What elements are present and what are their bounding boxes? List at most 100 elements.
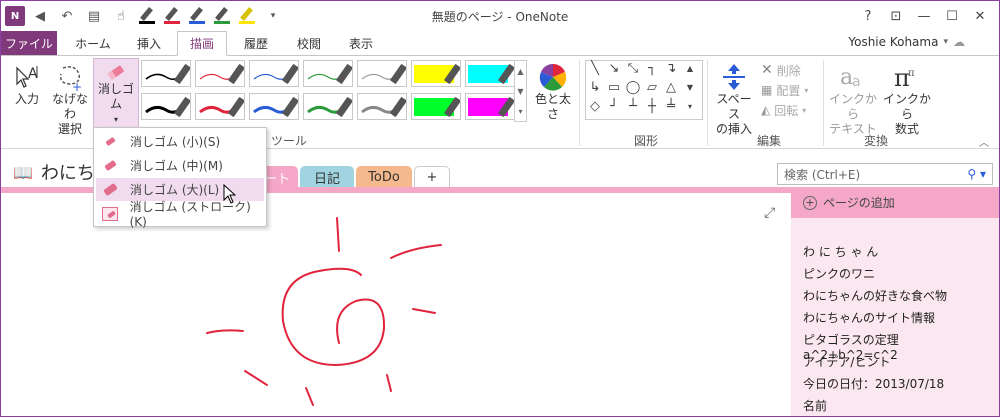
fullscreen-icon[interactable]: ⊡ bbox=[883, 5, 909, 27]
pen-green-thick[interactable] bbox=[303, 93, 353, 120]
rotate-button[interactable]: ◭ 回転 ▾ bbox=[761, 100, 831, 120]
triangle-shape-icon[interactable]: △ bbox=[662, 80, 680, 95]
lasso-icon: + bbox=[59, 66, 82, 92]
tab-home[interactable]: ホーム bbox=[65, 31, 121, 55]
page-list-pane: + ページの追加 わ に ち ゃ ん ピンクのワニ わにちゃんの好きな食べ物 わ… bbox=[791, 187, 999, 416]
ellipse-shape-icon[interactable]: ◯ bbox=[624, 80, 642, 95]
pen-green-thin[interactable] bbox=[303, 60, 353, 87]
highlighter-magenta[interactable] bbox=[465, 93, 515, 120]
pen-red-thick[interactable] bbox=[195, 93, 245, 120]
arrow-shape-icon[interactable]: ↘ bbox=[605, 61, 623, 76]
scroll-down-icon[interactable]: ▼ bbox=[681, 80, 699, 95]
pen-gallery bbox=[141, 60, 515, 122]
pen-black-thick[interactable] bbox=[141, 93, 191, 120]
tab-draw[interactable]: 描画 bbox=[177, 31, 227, 56]
edit-small-commands: ✕ 削除 ▦ 配置 ▾ ◭ 回転 ▾ bbox=[761, 60, 831, 120]
pen-black-thin[interactable] bbox=[141, 60, 191, 87]
eraser-menu: 消しゴム (小)(S) 消しゴム (中)(M) 消しゴム (大)(L) 消しゴム… bbox=[93, 127, 267, 229]
axis3-shape-icon[interactable]: ┼ bbox=[643, 99, 661, 114]
ink-to-text-button[interactable]: aa インクから テキスト bbox=[827, 62, 879, 137]
tab-view[interactable]: 表示 bbox=[337, 31, 385, 55]
pen-gray-thick[interactable] bbox=[357, 93, 407, 120]
pen-blue-thin[interactable] bbox=[249, 60, 299, 87]
scroll-down-icon[interactable]: ▼ bbox=[517, 87, 523, 96]
axis2-shape-icon[interactable]: ┴ bbox=[624, 99, 642, 114]
separator bbox=[579, 60, 580, 146]
elbow-arrow-shape-icon[interactable]: ↳ bbox=[586, 80, 604, 95]
page-item[interactable]: わにちゃんの好きな食べ物 bbox=[803, 287, 947, 304]
add-page-icon: + bbox=[803, 195, 817, 210]
eraser-small-item[interactable]: 消しゴム (小)(S) bbox=[96, 130, 264, 153]
add-page-label: ページの追加 bbox=[823, 196, 895, 210]
tab-history[interactable]: 履歴 bbox=[231, 31, 281, 55]
gallery-more-icon[interactable]: ▾ bbox=[681, 99, 699, 114]
help-icon[interactable]: ? bbox=[855, 5, 881, 27]
user-dropdown-icon[interactable]: ▾ bbox=[943, 37, 948, 47]
tab-insert[interactable]: 挿入 bbox=[125, 31, 173, 55]
section-tab-diary[interactable]: 日記 bbox=[300, 166, 354, 188]
notebook-title[interactable]: 📖 わにち bbox=[13, 159, 95, 185]
parallelogram-shape-icon[interactable]: ▱ bbox=[643, 80, 661, 95]
gallery-more-icon[interactable]: ▾ bbox=[518, 107, 522, 116]
highlighter-cyan[interactable] bbox=[465, 60, 515, 87]
tab-review[interactable]: 校閲 bbox=[285, 31, 333, 55]
page-item[interactable]: アイデア/ヒント bbox=[803, 353, 890, 370]
maximize-icon[interactable]: ☐ bbox=[939, 5, 965, 27]
page-item[interactable]: わにちゃんのサイト情報 bbox=[803, 309, 935, 326]
lasso-select-button[interactable]: + なげなわ 選択 bbox=[49, 62, 91, 137]
delete-icon: ✕ bbox=[761, 62, 773, 78]
page-item[interactable]: 今日の日付：2013/07/18 bbox=[803, 375, 944, 392]
highlighter-green[interactable] bbox=[411, 93, 461, 120]
ink-ray-bottomright bbox=[386, 374, 392, 392]
section-tab-todo[interactable]: ToDo bbox=[356, 166, 412, 188]
search-icon[interactable]: ⚲ ▾ bbox=[967, 167, 986, 181]
corner-arrow-shape-icon[interactable]: ↴ bbox=[662, 61, 680, 76]
window-controls: ? ⊡ — ☐ ✕ bbox=[855, 5, 993, 27]
user-account[interactable]: Yoshie Kohama ▾ ☁ bbox=[848, 35, 965, 49]
notebook-name: わにち bbox=[40, 163, 95, 184]
eraser-large-label: 消しゴム (大)(L) bbox=[130, 183, 220, 197]
scroll-up-icon[interactable]: ▲ bbox=[681, 61, 699, 76]
page-item[interactable]: ピンクのワニ bbox=[803, 265, 875, 282]
rectangle-shape-icon[interactable]: ▭ bbox=[605, 80, 623, 95]
line-shape-icon[interactable]: ╲ bbox=[586, 61, 604, 76]
axis-shape-icon[interactable]: ┘ bbox=[605, 99, 623, 114]
corner-shape-icon[interactable]: ┐ bbox=[643, 61, 661, 76]
close-icon[interactable]: ✕ bbox=[967, 5, 993, 27]
diamond-shape-icon[interactable]: ◇ bbox=[586, 99, 604, 114]
pen-gray-thin[interactable] bbox=[357, 60, 407, 87]
user-name: Yoshie Kohama bbox=[848, 35, 939, 49]
scroll-up-icon[interactable]: ▲ bbox=[517, 67, 523, 76]
ink-to-math-icon: ππ bbox=[894, 64, 915, 92]
rotate-label: 回転 bbox=[774, 103, 799, 118]
double-arrow-shape-icon[interactable]: ⤡ bbox=[624, 61, 642, 76]
page-item[interactable]: 名前 bbox=[803, 397, 827, 414]
pen-gallery-scroll[interactable]: ▲ ▼ ▾ bbox=[514, 60, 527, 122]
minimize-icon[interactable]: — bbox=[911, 5, 937, 27]
pen-red-thin[interactable] bbox=[195, 60, 245, 87]
pen-blue-thick[interactable] bbox=[249, 93, 299, 120]
mouse-pointer-icon bbox=[223, 184, 237, 204]
delete-button[interactable]: ✕ 削除 bbox=[761, 60, 831, 80]
ink-to-math-button[interactable]: ππ インクから 数式 bbox=[881, 62, 933, 137]
color-thickness-button[interactable]: 色と太さ bbox=[531, 62, 575, 122]
input-button[interactable]: A 入力 bbox=[9, 62, 45, 107]
eraser-stroke-label: 消しゴム (ストローク)(K) bbox=[129, 200, 251, 229]
search-placeholder: 検索 (Ctrl+E) bbox=[784, 167, 861, 182]
search-box[interactable]: 検索 (Ctrl+E) ⚲ ▾ bbox=[777, 163, 993, 185]
collapse-ribbon-icon[interactable]: ︿ bbox=[979, 134, 989, 149]
axis4-shape-icon[interactable]: ╧ bbox=[662, 99, 680, 114]
tab-file[interactable]: ファイル bbox=[1, 31, 57, 55]
add-page-button[interactable]: + ページの追加 bbox=[791, 187, 999, 218]
eraser-medium-item[interactable]: 消しゴム (中)(M) bbox=[96, 154, 264, 177]
eraser-stroke-item[interactable]: 消しゴム (ストローク)(K) bbox=[96, 200, 264, 229]
highlighter-yellow[interactable] bbox=[411, 60, 461, 87]
eraser-button[interactable]: 消しゴム ▾ bbox=[93, 58, 139, 128]
page-item[interactable]: わ に ち ゃ ん bbox=[803, 243, 878, 260]
title-bar: N ◀ ↶ ▤ ☝ ▾ 無題のページ - OneNote ? ⊡ — ☐ ✕ bbox=[1, 1, 999, 31]
svg-text:a: a bbox=[852, 74, 861, 90]
insert-space-button[interactable]: スペース の挿入 bbox=[711, 62, 757, 137]
arrange-button[interactable]: ▦ 配置 ▾ bbox=[761, 80, 831, 100]
convert-group-label: 変換 bbox=[863, 134, 888, 148]
add-section-tab[interactable]: + bbox=[414, 166, 450, 188]
